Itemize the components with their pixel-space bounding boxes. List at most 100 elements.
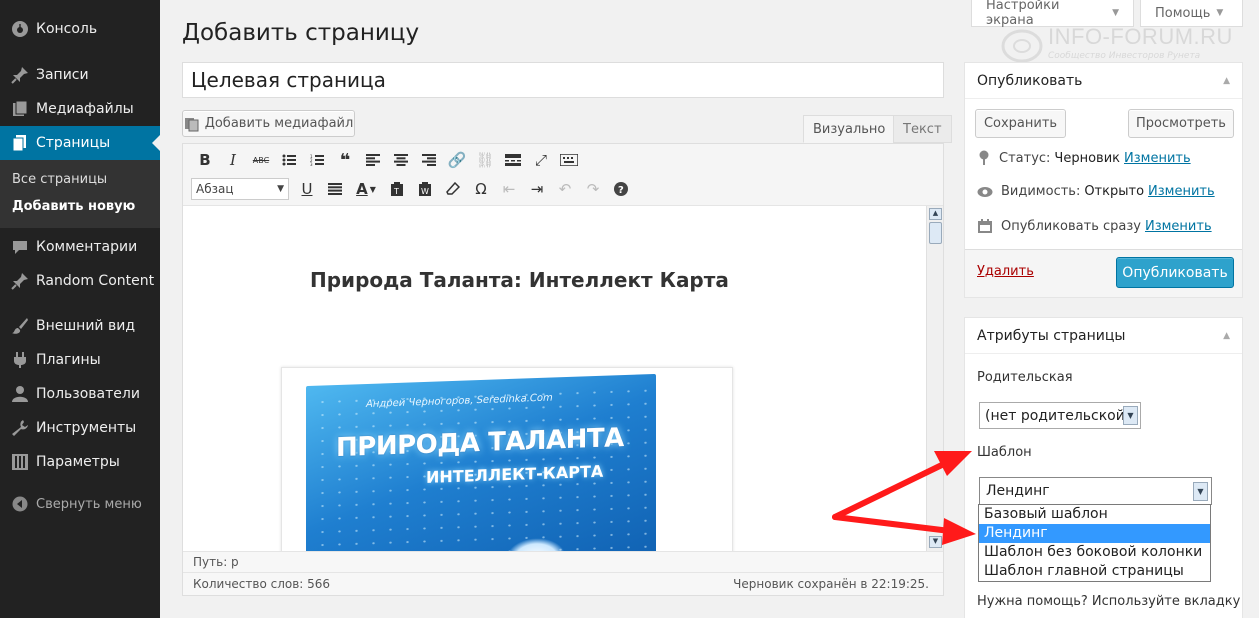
menu-item-comments[interactable]: Комментарии: [0, 230, 160, 264]
publish-actions: Удалить Опубликовать: [965, 249, 1242, 297]
read-more-icon[interactable]: [499, 148, 527, 172]
menu-item-tools[interactable]: Инструменты: [0, 411, 160, 445]
submenu-add-new[interactable]: Добавить новую: [0, 193, 160, 220]
template-dropdown-list[interactable]: Базовый шаблон Лендинг Шаблон без боково…: [978, 504, 1211, 582]
italic-icon[interactable]: I: [219, 148, 247, 172]
tab-visual[interactable]: Визуально: [803, 115, 896, 143]
edit-status-link[interactable]: Изменить: [1124, 151, 1191, 166]
indent-icon[interactable]: ⇥: [523, 177, 551, 201]
collapse-menu-button[interactable]: Свернуть меню: [0, 487, 160, 521]
status-value: Черновик: [1054, 150, 1120, 166]
svg-text:W: W: [421, 187, 429, 196]
fullscreen-icon[interactable]: ⤢: [527, 148, 555, 172]
menu-item-settings[interactable]: Параметры: [0, 445, 160, 479]
redo-icon[interactable]: ↷: [579, 177, 607, 201]
template-select[interactable]: Лендинг ▼: [979, 477, 1212, 505]
add-media-label: Добавить медиафайл: [204, 116, 354, 131]
publish-box-header[interactable]: Опубликовать ▲: [965, 63, 1242, 99]
bullet-list-icon[interactable]: [275, 148, 303, 172]
menu-item-pages[interactable]: Страницы: [0, 126, 160, 160]
bold-icon[interactable]: B: [191, 148, 219, 172]
book-image-frame[interactable]: Андрей Черногоров, Seredinka.Com ПРИРОДА…: [281, 367, 733, 551]
paste-text-icon[interactable]: T: [383, 177, 411, 201]
help-tab[interactable]: Помощь ▼: [1140, 0, 1243, 27]
template-option-selected[interactable]: Лендинг: [979, 524, 1210, 543]
attributes-help-text: Нужна помощь? Используйте вкладку: [977, 594, 1241, 609]
align-left-icon[interactable]: [359, 148, 387, 172]
visibility-value: Открыто: [1084, 184, 1145, 199]
template-option[interactable]: Базовый шаблон: [979, 505, 1210, 524]
editor-content[interactable]: Природа Таланта: Интеллект Карта Андрей …: [183, 206, 926, 551]
watermark-title: INFO-FORUM.RU: [1048, 24, 1233, 49]
publish-box: Опубликовать ▲ Сохранить Просмотреть Ста…: [964, 62, 1243, 298]
menu-label: Страницы: [36, 135, 111, 151]
special-char-icon[interactable]: Ω: [467, 177, 495, 201]
delete-link[interactable]: Удалить: [977, 264, 1034, 279]
text-color-icon[interactable]: A ▼: [349, 177, 383, 201]
link-icon[interactable]: 🔗: [443, 148, 471, 172]
menu-label: Random Content: [36, 273, 155, 289]
align-right-icon[interactable]: [415, 148, 443, 172]
preview-button[interactable]: Просмотреть: [1128, 109, 1234, 138]
scroll-up-icon[interactable]: ▲: [929, 208, 942, 220]
scroll-down-icon[interactable]: ▼: [929, 536, 942, 548]
undo-icon[interactable]: ↶: [551, 177, 579, 201]
editor-scrollbar[interactable]: ▲ ▼: [926, 206, 943, 551]
pages-submenu: Все страницы Добавить новую: [0, 160, 160, 228]
template-option[interactable]: Шаблон без боковой колонки: [979, 543, 1210, 562]
outdent-icon[interactable]: ⇤: [495, 177, 523, 201]
menu-label: Внешний вид: [36, 318, 136, 334]
menu-label: Плагины: [36, 352, 101, 368]
editor-toolbar: B I ABC 123 ❝ 🔗 ⛓ ⤢ Абзац ▼ U A ▼ T W Ω …: [183, 144, 943, 206]
scroll-thumb[interactable]: [929, 222, 942, 244]
post-title-input[interactable]: Целевая страница: [182, 62, 944, 98]
menu-item-plugins[interactable]: Плагины: [0, 343, 160, 377]
edit-visibility-link[interactable]: Изменить: [1148, 184, 1215, 199]
tab-text[interactable]: Текст: [893, 115, 952, 143]
paste-word-icon[interactable]: W: [411, 177, 439, 201]
underline-icon[interactable]: U: [293, 177, 321, 201]
attributes-box-title: Атрибуты страницы: [977, 327, 1126, 344]
unlink-icon[interactable]: ⛓: [471, 148, 499, 172]
menu-item-dashboard[interactable]: Консоль: [0, 12, 160, 46]
numbered-list-icon[interactable]: 123: [303, 148, 331, 172]
menu-item-users[interactable]: Пользователи: [0, 377, 160, 411]
attributes-box-header[interactable]: Атрибуты страницы ▲: [965, 318, 1242, 354]
menu-item-media[interactable]: Медиафайлы: [0, 92, 160, 126]
svg-text:T: T: [393, 187, 399, 196]
publish-button[interactable]: Опубликовать: [1116, 257, 1234, 288]
template-option[interactable]: Шаблон главной страницы: [979, 562, 1210, 581]
status-label: Статус:: [999, 150, 1051, 166]
brush-icon: [10, 316, 30, 336]
format-select[interactable]: Абзац ▼: [191, 178, 289, 200]
toolbar-toggle-icon[interactable]: [555, 148, 583, 172]
add-media-button[interactable]: Добавить медиафайл: [182, 110, 355, 137]
parent-select[interactable]: (нет родительской) ▼: [979, 402, 1141, 429]
pages-icon: [10, 133, 30, 153]
eye-icon: [977, 186, 993, 197]
strikethrough-icon[interactable]: ABC: [247, 148, 275, 172]
menu-item-posts[interactable]: Записи: [0, 58, 160, 92]
blockquote-icon[interactable]: ❝: [331, 148, 359, 172]
collapse-up-icon[interactable]: ▲: [1223, 331, 1230, 341]
justify-icon[interactable]: [321, 177, 349, 201]
save-draft-button[interactable]: Сохранить: [975, 109, 1066, 138]
menu-item-random-content[interactable]: Random Content: [0, 264, 160, 298]
menu-label: Пользователи: [36, 386, 140, 402]
menu-label: Консоль: [36, 21, 98, 37]
help-icon[interactable]: ?: [607, 177, 635, 201]
menu-label: Медиафайлы: [36, 101, 134, 117]
content-heading: Природа Таланта: Интеллект Карта: [310, 268, 729, 292]
edit-schedule-link[interactable]: Изменить: [1145, 219, 1212, 234]
collapse-up-icon[interactable]: ▲: [1223, 76, 1230, 86]
publish-box-title: Опубликовать: [977, 72, 1083, 89]
menu-item-appearance[interactable]: Внешний вид: [0, 309, 160, 343]
format-select-value: Абзац: [196, 182, 234, 196]
screen-options-tab[interactable]: Настройки экрана ▼: [971, 0, 1134, 28]
status-row: Статус: Черновик Изменить: [977, 150, 1191, 166]
submenu-all-pages[interactable]: Все страницы: [0, 166, 160, 193]
eraser-icon[interactable]: [439, 177, 467, 201]
align-center-icon[interactable]: [387, 148, 415, 172]
editor-panel: B I ABC 123 ❝ 🔗 ⛓ ⤢ Абзац ▼ U A ▼ T W Ω …: [182, 143, 944, 596]
menu-label: Параметры: [36, 454, 120, 470]
